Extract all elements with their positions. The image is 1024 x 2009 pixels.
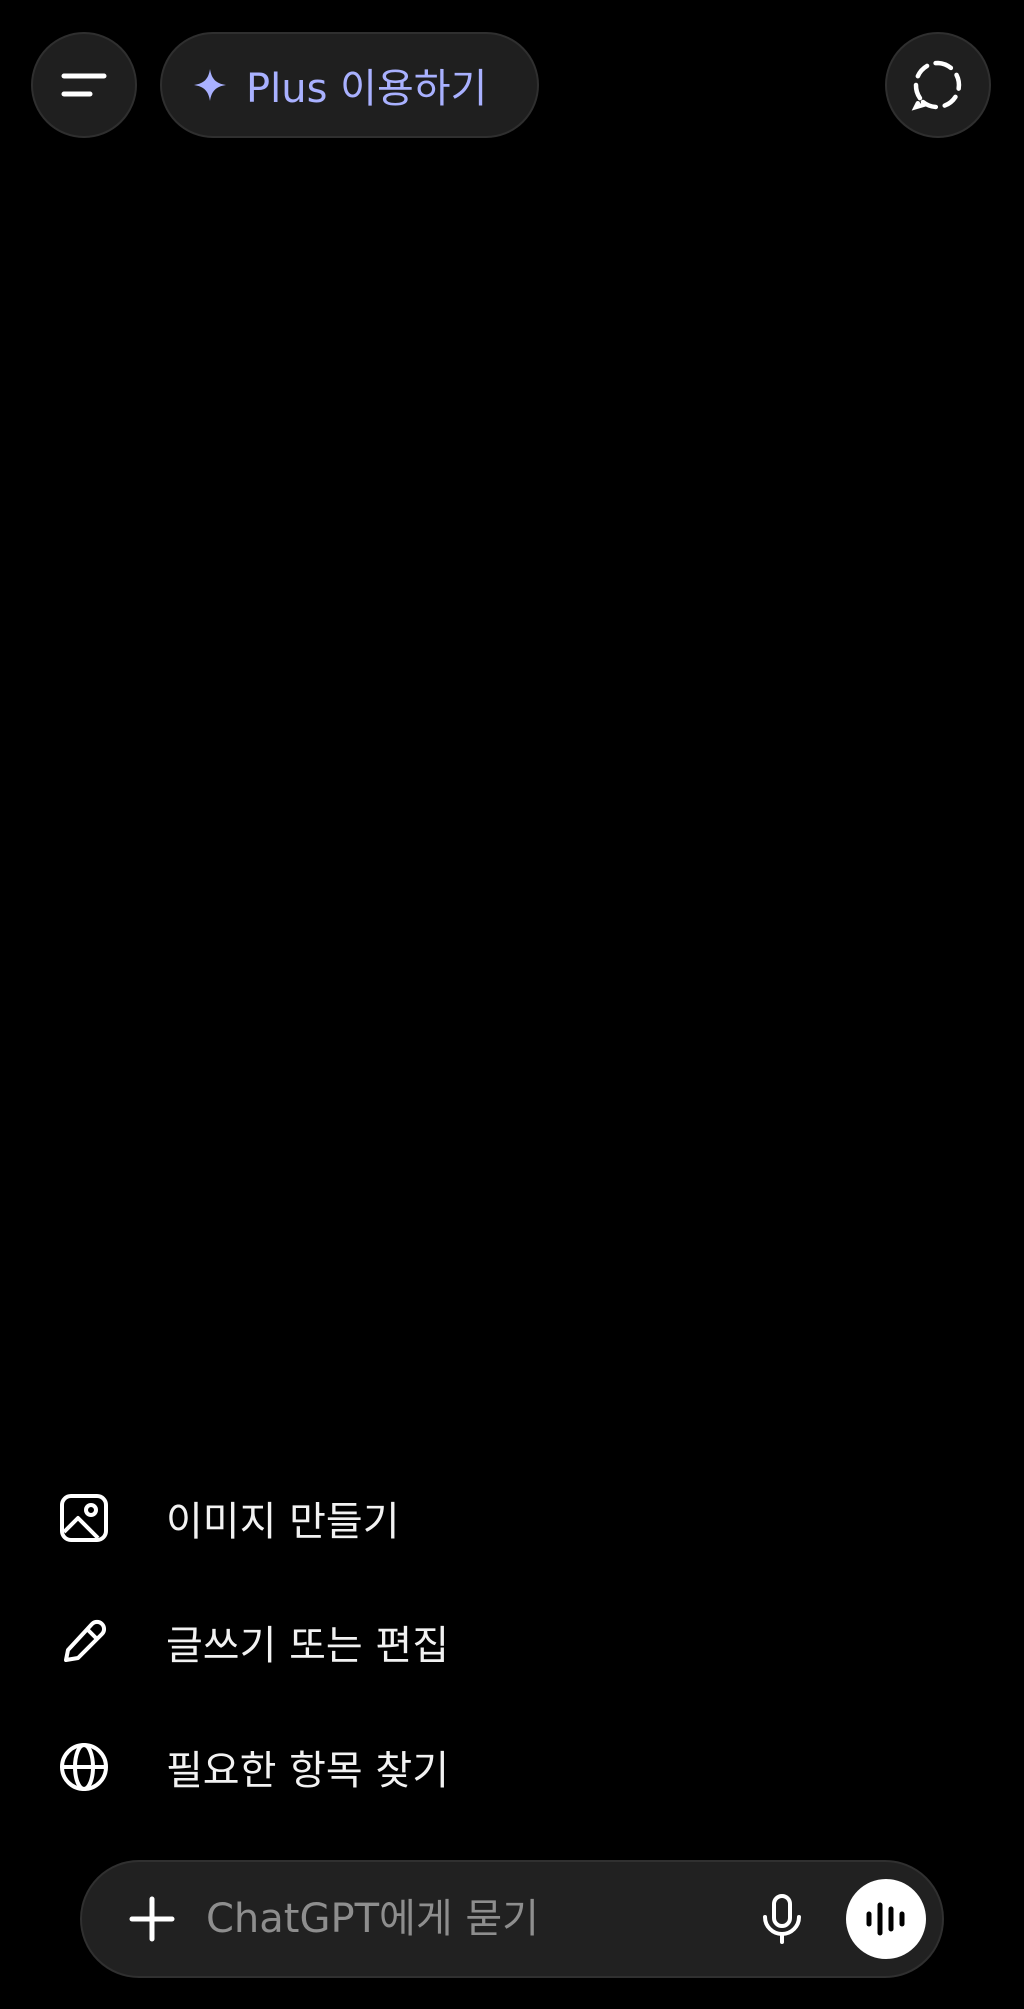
voice-mode-button[interactable] [846,1879,926,1959]
suggestion-label: 이미지 만들기 [166,1499,400,1545]
dictate-button[interactable] [752,1889,812,1949]
suggestion-label: 필요한 항목 찾기 [166,1748,450,1794]
suggestion-label: 글쓰기 또는 편집 [166,1623,450,1669]
suggestion-write-or-edit[interactable]: 글쓰기 또는 편집 [56,1602,449,1682]
plus-icon [129,1896,175,1942]
menu-icon [61,73,107,97]
upgrade-plus-button[interactable]: Plus 이용하기 [160,32,539,138]
image-icon [56,1490,112,1546]
dashed-chat-bubble-icon [911,60,962,111]
globe-icon [56,1739,112,1795]
sparkle-icon [194,69,226,101]
temporary-chat-button[interactable] [885,32,991,138]
message-composer [80,1860,944,1978]
microphone-icon [763,1894,801,1944]
menu-button[interactable] [31,32,137,138]
waveform-icon [866,1902,905,1936]
pencil-icon [56,1614,112,1670]
suggestion-find-items[interactable]: 필요한 항목 찾기 [56,1727,449,1807]
attach-button[interactable] [122,1889,182,1949]
upgrade-label: Plus 이용하기 [246,66,488,112]
prompt-input[interactable] [204,1878,752,1960]
suggestion-create-image[interactable]: 이미지 만들기 [56,1478,400,1558]
